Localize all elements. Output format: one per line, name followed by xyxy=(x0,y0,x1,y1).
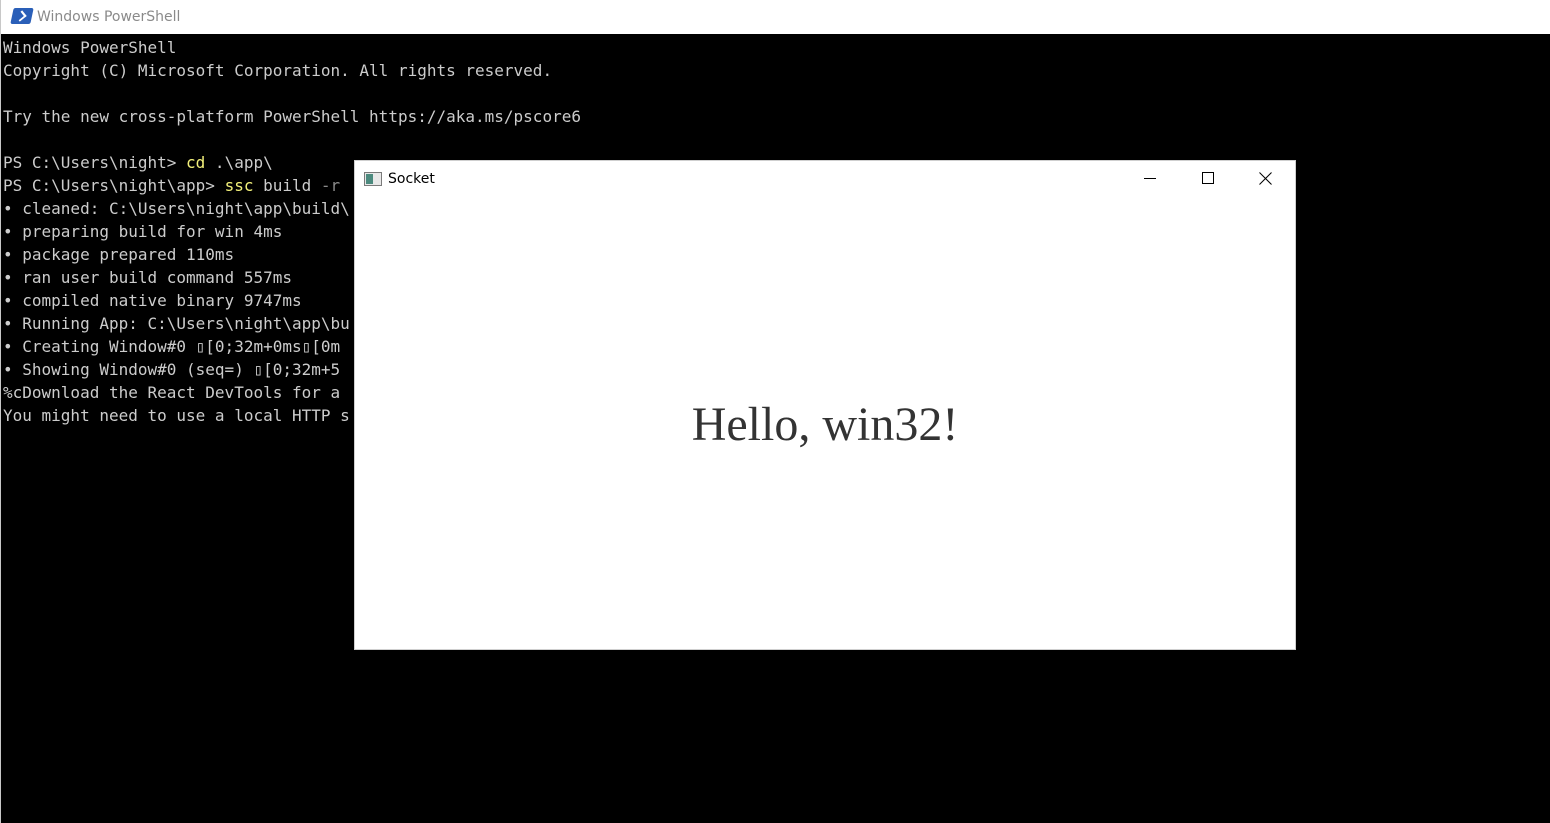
socket-title: Socket xyxy=(388,171,435,187)
minimize-icon xyxy=(1144,178,1156,179)
close-button[interactable] xyxy=(1237,161,1295,197)
console-segment: • package prepared 110ms xyxy=(3,245,235,264)
hello-heading: Hello, win32! xyxy=(691,397,959,451)
console-segment: Try the new cross-platform PowerShell ht… xyxy=(3,107,581,126)
console-segment: .\app\ xyxy=(205,153,273,172)
console-segment: • preparing build for win 4ms xyxy=(3,222,283,241)
console-segment: -r xyxy=(320,176,341,195)
console-segment: • Showing Window#0 (seq=) ▯[0;32m+5 xyxy=(3,360,341,379)
console-segment: Windows PowerShell xyxy=(3,38,177,57)
console-segment: PS C:\Users\night> xyxy=(3,153,187,172)
minimize-button[interactable] xyxy=(1121,161,1179,197)
console-segment: %cDownload the React DevTools for a xyxy=(3,383,341,402)
maximize-icon xyxy=(1202,172,1214,184)
socket-content: Hello, win32! xyxy=(355,197,1295,649)
powershell-titlebar[interactable]: Windows PowerShell xyxy=(1,0,1550,34)
console-segment: Copyright (C) Microsoft Corporation. All… xyxy=(3,61,553,80)
powershell-icon xyxy=(10,8,34,24)
console-segment: PS C:\Users\night\app> xyxy=(3,176,225,195)
close-icon xyxy=(1259,171,1273,185)
console-segment: • cleaned: C:\Users\night\app\build\ xyxy=(3,199,350,218)
console-segment: • ran user build command 557ms xyxy=(3,268,292,287)
console-segment: ssc xyxy=(224,176,254,195)
console-segment: You might need to use a local HTTP s xyxy=(3,406,350,425)
console-segment: cd xyxy=(186,153,206,172)
console-line: Try the new cross-platform PowerShell ht… xyxy=(3,105,1549,128)
console-segment: • Creating Window#0 ▯[0;32m+0ms▯[0m xyxy=(3,337,341,356)
socket-window: Socket Hello, win32! xyxy=(354,160,1296,650)
console-segment: build xyxy=(253,176,321,195)
powershell-title: Windows PowerShell xyxy=(37,9,181,25)
console-segment: • compiled native binary 9747ms xyxy=(3,291,302,310)
console-line: Copyright (C) Microsoft Corporation. All… xyxy=(3,59,1549,82)
console-line: Windows PowerShell xyxy=(3,36,1549,59)
socket-titlebar[interactable]: Socket xyxy=(355,161,1295,197)
app-window-icon xyxy=(364,172,382,186)
maximize-button[interactable] xyxy=(1179,161,1237,197)
console-segment: • Running App: C:\Users\night\app\bu xyxy=(3,314,350,333)
